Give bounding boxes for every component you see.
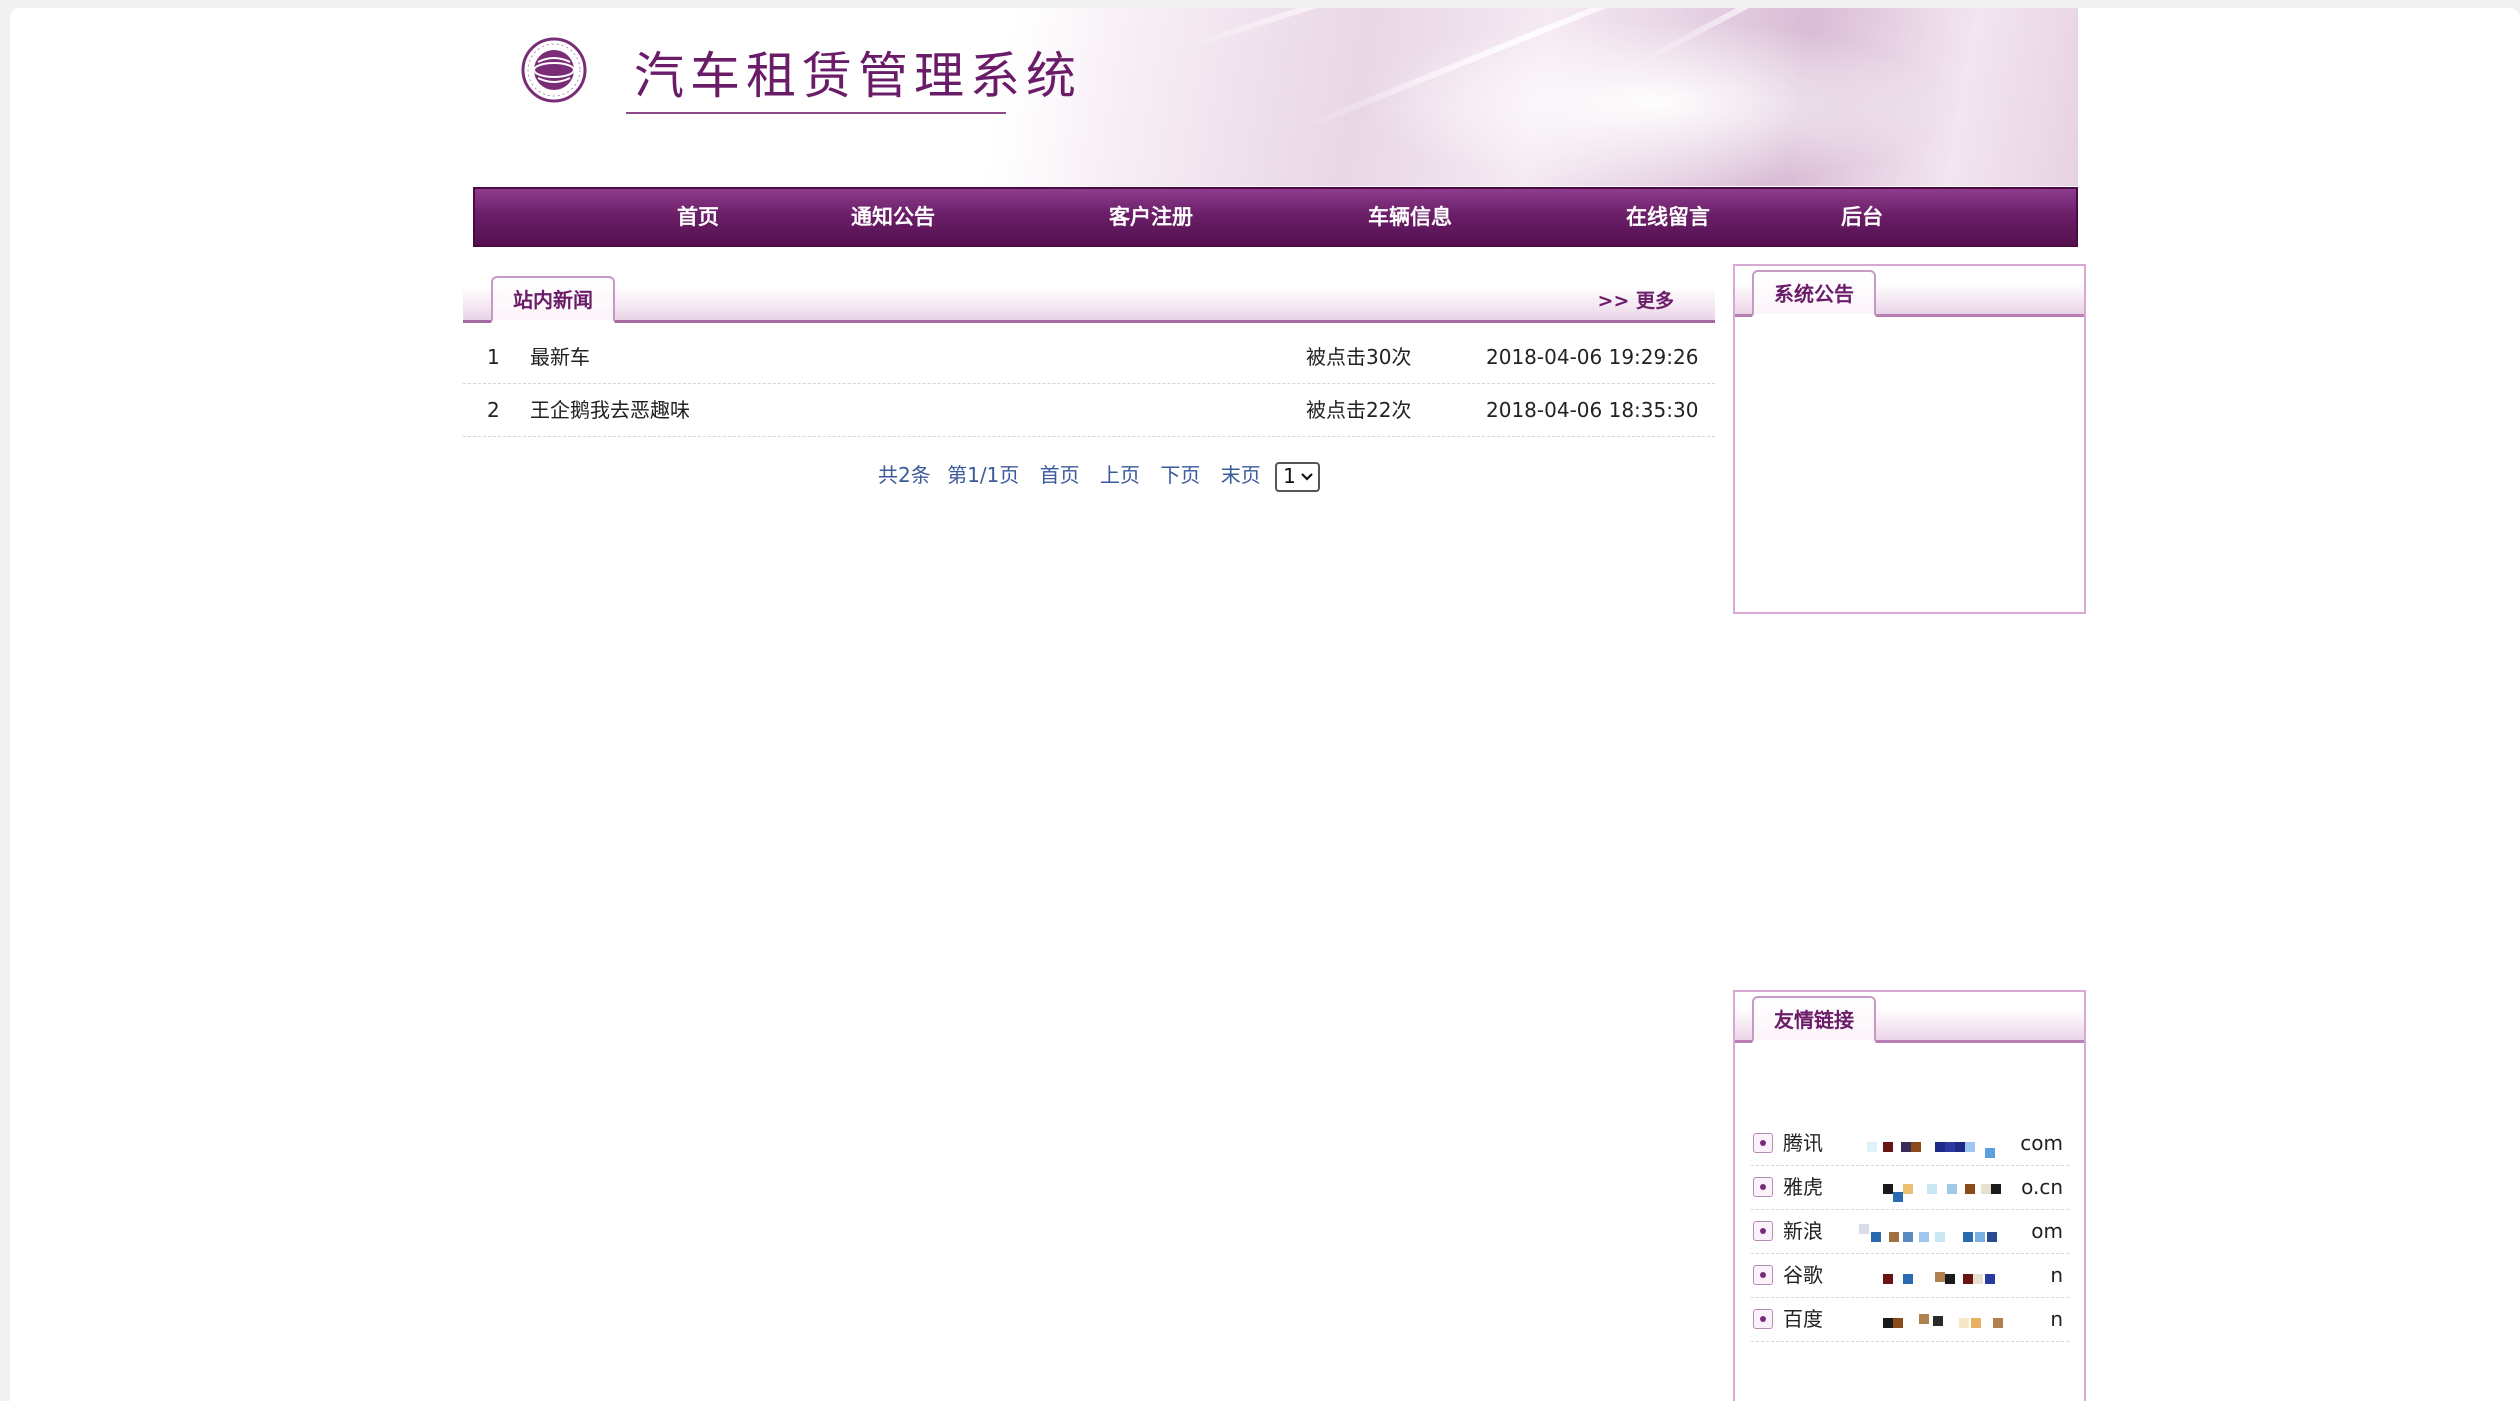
nav-vehicle-info[interactable]: 车辆信息 (1368, 189, 1452, 245)
news-title-link[interactable]: 王企鹅我去恶趣味 (530, 384, 690, 436)
link-url-text: n (2050, 1263, 2063, 1287)
click-count: 被点击22次 (1306, 398, 1412, 422)
site-title: 汽车租赁管理系统 (634, 47, 1082, 105)
table-row: 1 最新车 被点击30次 2018-04-06 19:29:26 (463, 331, 1715, 384)
list-item: 百度 n (1751, 1298, 2069, 1342)
banner-decoration (1622, 8, 1961, 74)
page-container: 汽车租赁管理系统 首页 通知公告 客户注册 车辆信息 在线留言 后台 站内新闻 … (463, 8, 2086, 1401)
news-title-link[interactable]: 最新车 (530, 331, 590, 383)
chevron-down-icon (1301, 473, 1313, 481)
tab-friendly-links[interactable]: 友情链接 (1752, 996, 1876, 1043)
system-announcement-panel: 系统公告 (1733, 264, 2086, 614)
site-logo-icon (521, 37, 587, 103)
link-name[interactable]: 雅虎 (1783, 1166, 1823, 1209)
tab-system-announcement[interactable]: 系统公告 (1752, 270, 1876, 317)
tab-site-news[interactable]: 站内新闻 (491, 276, 615, 323)
list-item: 谷歌 n (1751, 1254, 2069, 1298)
nav-notices[interactable]: 通知公告 (851, 189, 935, 245)
announcement-tab-header: 系统公告 (1735, 266, 2084, 317)
link-name[interactable]: 腾讯 (1783, 1122, 1823, 1165)
list-item: 腾讯 com (1751, 1122, 2069, 1166)
banner-decoration (1173, 8, 1575, 54)
nav-message-board[interactable]: 在线留言 (1626, 189, 1710, 245)
link-url[interactable]: n (1863, 1254, 2063, 1297)
news-more-link[interactable]: >> 更多 (1598, 286, 1674, 313)
link-url-text: com (2020, 1131, 2063, 1155)
link-url[interactable]: om (1859, 1210, 2063, 1253)
browser-viewport: 汽车租赁管理系统 首页 通知公告 客户注册 车辆信息 在线留言 后台 站内新闻 … (10, 8, 2520, 1401)
main-nav: 首页 通知公告 客户注册 车辆信息 在线留言 后台 (473, 187, 2078, 247)
nav-home[interactable]: 首页 (677, 189, 719, 245)
nav-admin[interactable]: 后台 (1841, 189, 1883, 245)
page-select[interactable]: 1 (1275, 461, 1320, 492)
pagination: 共2条 第1/1页 首页 上页 下页 末页 1 (878, 460, 1334, 492)
link-name[interactable]: 谷歌 (1783, 1254, 1823, 1297)
list-item: 新浪 om (1751, 1210, 2069, 1254)
page-select-value: 1 (1283, 463, 1296, 488)
news-date: 2018-04-06 19:29:26 (1486, 345, 1699, 369)
link-name[interactable]: 百度 (1783, 1298, 1823, 1341)
bullet-icon (1753, 1177, 1773, 1197)
bullet-icon (1753, 1133, 1773, 1153)
link-url[interactable]: o.cn (1863, 1166, 2063, 1209)
link-name[interactable]: 新浪 (1783, 1210, 1823, 1253)
pager-first[interactable]: 首页 (1040, 463, 1080, 487)
site-news-panel: 站内新闻 >> 更多 1 最新车 被点击30次 2018-04-06 19:29… (463, 270, 1715, 492)
bullet-icon (1753, 1221, 1773, 1241)
site-header-banner: 汽车租赁管理系统 (474, 8, 2078, 186)
link-url[interactable]: n (1863, 1298, 2063, 1341)
news-date: 2018-04-06 18:35:30 (1486, 398, 1699, 422)
link-url-text: om (2031, 1219, 2063, 1243)
table-row: 2 王企鹅我去恶趣味 被点击22次 2018-04-06 18:35:30 (463, 384, 1715, 437)
link-url[interactable]: com (1863, 1122, 2063, 1165)
links-list: 腾讯 com 雅虎 o.cn 新浪 om 谷歌 n 百度 n (1751, 1122, 2069, 1342)
bullet-icon (1753, 1309, 1773, 1329)
pager-next[interactable]: 下页 (1160, 463, 1200, 487)
friendly-links-panel: 友情链接 腾讯 com 雅虎 o.cn 新浪 om 谷歌 n 百度 n (1733, 990, 2086, 1401)
pager-prev[interactable]: 上页 (1100, 463, 1140, 487)
links-tab-header: 友情链接 (1735, 992, 2084, 1043)
row-index: 1 (487, 345, 500, 369)
title-underline (626, 112, 1006, 114)
link-url-text: o.cn (2021, 1175, 2063, 1199)
pager-last[interactable]: 末页 (1221, 463, 1261, 487)
click-count: 被点击30次 (1306, 345, 1412, 369)
nav-customer-register[interactable]: 客户注册 (1109, 189, 1193, 245)
pager-page-info: 第1/1页 (947, 463, 1020, 487)
link-url-text: n (2050, 1307, 2063, 1331)
list-item: 雅虎 o.cn (1751, 1166, 2069, 1210)
bullet-icon (1753, 1265, 1773, 1285)
row-index: 2 (487, 398, 500, 422)
pager-total: 共2条 (878, 463, 931, 487)
news-tab-header: 站内新闻 >> 更多 (463, 270, 1715, 323)
